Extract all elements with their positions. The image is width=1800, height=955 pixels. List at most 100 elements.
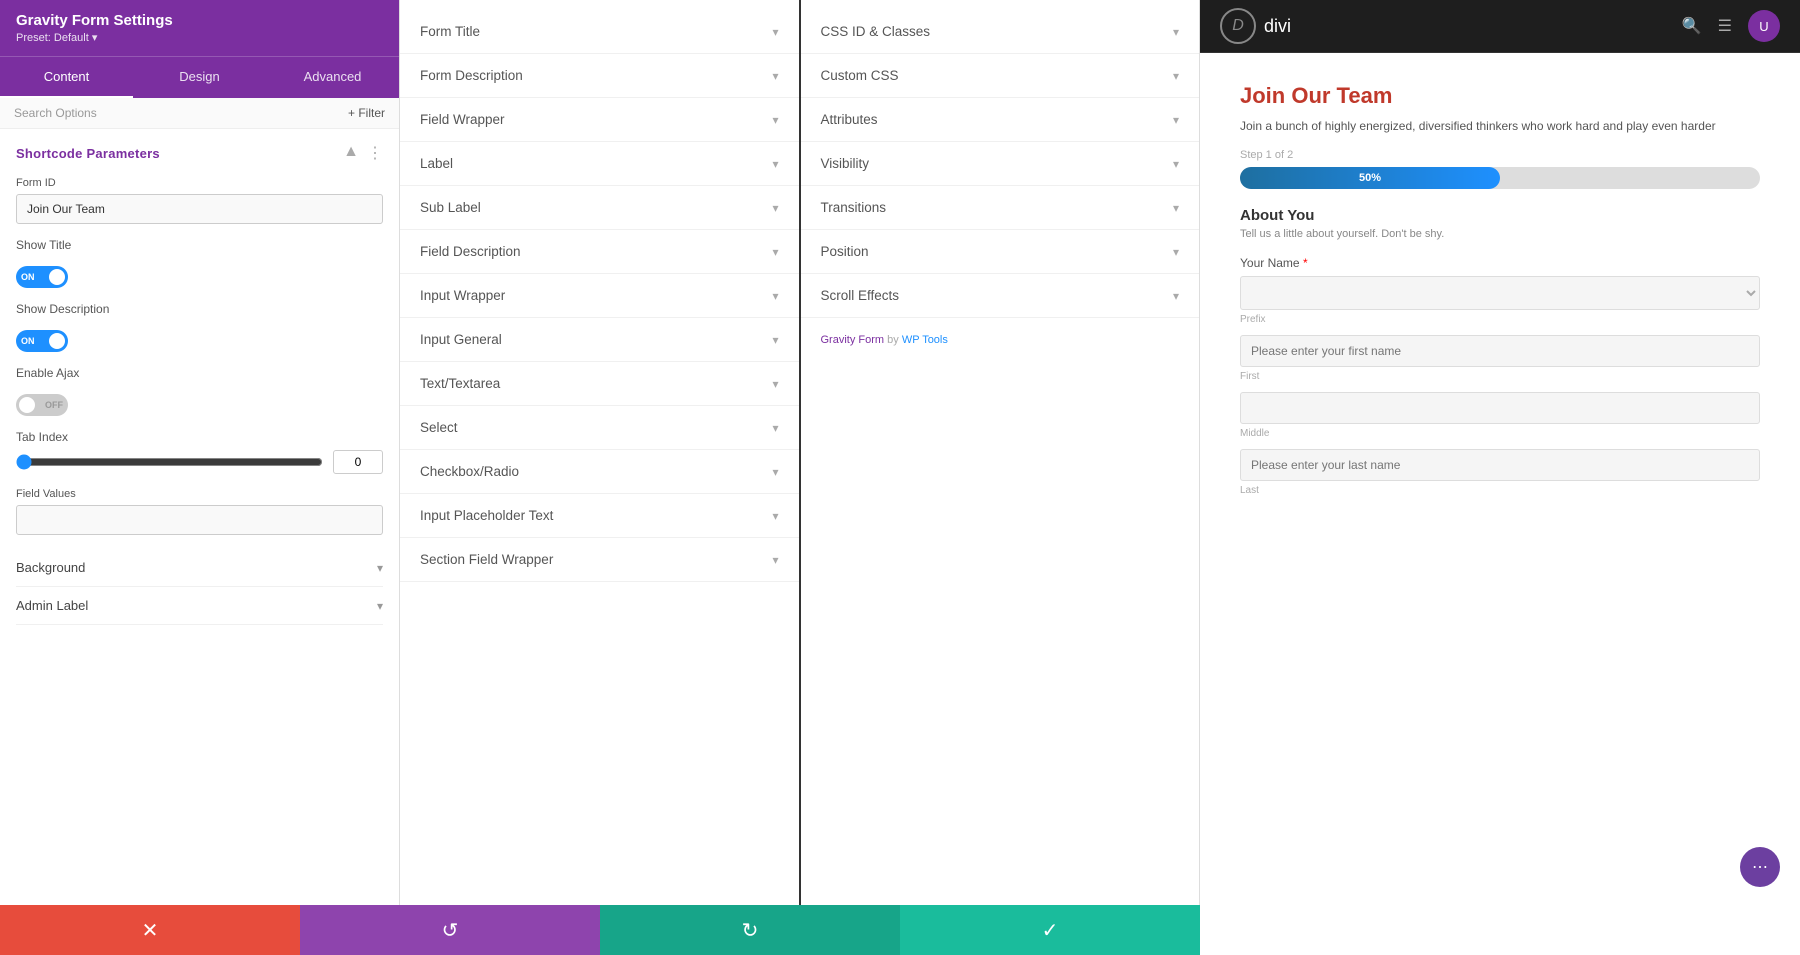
toggle-knob3 (19, 397, 35, 413)
tab-content[interactable]: Content (0, 57, 133, 98)
mid-sub-label-chevron: ▾ (772, 201, 778, 215)
mid-item-checkbox[interactable]: Checkbox/Radio ▾ (400, 450, 799, 494)
show-title-label: Show Title (16, 238, 71, 252)
background-chevron: ▾ (377, 561, 383, 575)
toggle-knob (49, 269, 65, 285)
mid-wp-tools-link[interactable]: WP Tools (902, 334, 948, 346)
mid-item-css[interactable]: CSS ID & Classes ▾ (801, 10, 1200, 54)
bottom-bar: ✕ ↺ ↻ ✓ (0, 905, 1200, 955)
mid-field-desc-label: Field Description (420, 244, 521, 259)
form-id-group: Form ID Join Our Team (16, 177, 383, 224)
mid-item-text-textarea[interactable]: Text/Textarea ▾ (400, 362, 799, 406)
mid-field-desc-chevron: ▾ (772, 245, 778, 259)
prefix-select[interactable] (1240, 276, 1760, 310)
prefix-sublabel: Prefix (1240, 314, 1760, 325)
mid-select-label: Select (420, 420, 458, 435)
field-values-input[interactable] (16, 505, 383, 535)
mid-css-label: CSS ID & Classes (821, 24, 931, 39)
mid-item-section-wrapper[interactable]: Section Field Wrapper ▾ (400, 538, 799, 582)
mid-scroll-chevron: ▾ (1173, 289, 1179, 303)
more-icon[interactable]: ⋮ (367, 143, 383, 163)
mid-item-select[interactable]: Select ▾ (400, 406, 799, 450)
mid-input-wrapper-label: Input Wrapper (420, 288, 505, 303)
mid-item-custom-css[interactable]: Custom CSS ▾ (801, 54, 1200, 98)
redo-button[interactable]: ↻ (600, 905, 900, 955)
mid-visibility-label: Visibility (821, 156, 870, 171)
mid-item-label[interactable]: Label ▾ (400, 142, 799, 186)
section-form-sub: Tell us a little about yourself. Don't b… (1240, 228, 1760, 240)
mid-form-desc-label: Form Description (420, 68, 523, 83)
middle-panel: Form Title ▾ Form Description ▾ Field Wr… (400, 0, 1200, 955)
filter-button[interactable]: + Filter (348, 106, 385, 120)
divi-logo: D divi (1220, 8, 1291, 44)
mid-item-scroll[interactable]: Scroll Effects ▾ (801, 274, 1200, 318)
mid-gravity-link[interactable]: Gravity Form (821, 334, 885, 346)
mid-item-transitions[interactable]: Transitions ▾ (801, 186, 1200, 230)
mid-scroll-label: Scroll Effects (821, 288, 900, 303)
mid-transitions-label: Transitions (821, 200, 887, 215)
chat-bubble[interactable]: ⋯ (1740, 847, 1780, 887)
divi-logo-text: divi (1264, 16, 1291, 37)
mid-item-field-desc[interactable]: Field Description ▾ (400, 230, 799, 274)
tab-index-row: Tab Index (16, 430, 383, 474)
mid-sub-label-label: Sub Label (420, 200, 481, 215)
shortcode-section-title: Shortcode Parameters (16, 146, 160, 161)
middle-sublabel: Middle (1240, 428, 1760, 439)
tab-advanced[interactable]: Advanced (266, 57, 399, 98)
tab-index-input[interactable] (333, 450, 383, 474)
mid-item-attributes[interactable]: Attributes ▾ (801, 98, 1200, 142)
show-desc-row: Show Description (16, 302, 383, 316)
mid-item-visibility[interactable]: Visibility ▾ (801, 142, 1200, 186)
section-header: Shortcode Parameters ▲ ⋮ (16, 143, 383, 163)
middle-right-col: CSS ID & Classes ▾ Custom CSS ▾ Attribut… (801, 0, 1200, 955)
admin-label-row[interactable]: Admin Label ▾ (16, 587, 383, 625)
show-title-toggle[interactable]: ON (16, 266, 68, 288)
menu-icon[interactable]: ☰ (1718, 16, 1732, 36)
your-name-label: Your Name * (1240, 256, 1760, 270)
mid-form-desc-chevron: ▾ (772, 69, 778, 83)
tab-design[interactable]: Design (133, 57, 266, 98)
field-values-row: Field Values (16, 488, 383, 535)
search-icon[interactable]: 🔍 (1682, 16, 1702, 36)
section-actions: ▲ ⋮ (343, 143, 383, 163)
undo-button[interactable]: ↺ (300, 905, 600, 955)
left-panel: Gravity Form Settings Preset: Default ▾ … (0, 0, 400, 955)
mid-visibility-chevron: ▾ (1173, 157, 1179, 171)
divi-topbar: D divi 🔍 ☰ U (1200, 0, 1800, 53)
tab-index-slider[interactable] (16, 454, 323, 470)
last-name-input[interactable] (1240, 449, 1760, 481)
collapse-icon[interactable]: ▲ (343, 143, 359, 163)
mid-text-textarea-label: Text/Textarea (420, 376, 500, 391)
mid-field-wrapper-chevron: ▾ (772, 113, 778, 127)
right-panel: D divi 🔍 ☰ U Join Our Team Join a bunch … (1200, 0, 1800, 955)
cancel-button[interactable]: ✕ (0, 905, 300, 955)
toggle-knob2 (49, 333, 65, 349)
enable-ajax-toggle[interactable]: OFF (16, 394, 68, 416)
show-desc-label: Show Description (16, 302, 109, 316)
middle-footer: Gravity Form by WP Tools (801, 318, 1200, 362)
enable-ajax-label: Enable Ajax (16, 366, 79, 380)
mid-placeholder-chevron: ▾ (772, 509, 778, 523)
divi-logo-circle: D (1220, 8, 1256, 44)
mid-field-wrapper-label: Field Wrapper (420, 112, 505, 127)
panel-title: Gravity Form Settings (16, 12, 383, 29)
save-button[interactable]: ✓ (900, 905, 1200, 955)
form-id-select[interactable]: Join Our Team (16, 194, 383, 224)
mid-item-position[interactable]: Position ▾ (801, 230, 1200, 274)
mid-item-input-wrapper[interactable]: Input Wrapper ▾ (400, 274, 799, 318)
slider-container (16, 450, 383, 474)
toggle-on-text: ON (21, 272, 35, 282)
first-name-input[interactable] (1240, 335, 1760, 367)
mid-item-form-title[interactable]: Form Title ▾ (400, 10, 799, 54)
user-avatar: U (1748, 10, 1780, 42)
preview-form-subtitle: Join a bunch of highly energized, divers… (1240, 117, 1760, 135)
mid-item-placeholder[interactable]: Input Placeholder Text ▾ (400, 494, 799, 538)
show-desc-toggle[interactable]: ON (16, 330, 68, 352)
background-row[interactable]: Background ▾ (16, 549, 383, 587)
mid-item-sub-label[interactable]: Sub Label ▾ (400, 186, 799, 230)
mid-position-label: Position (821, 244, 869, 259)
mid-item-field-wrapper[interactable]: Field Wrapper ▾ (400, 98, 799, 142)
middle-name-input[interactable] (1240, 392, 1760, 424)
mid-item-form-desc[interactable]: Form Description ▾ (400, 54, 799, 98)
mid-item-input-general[interactable]: Input General ▾ (400, 318, 799, 362)
